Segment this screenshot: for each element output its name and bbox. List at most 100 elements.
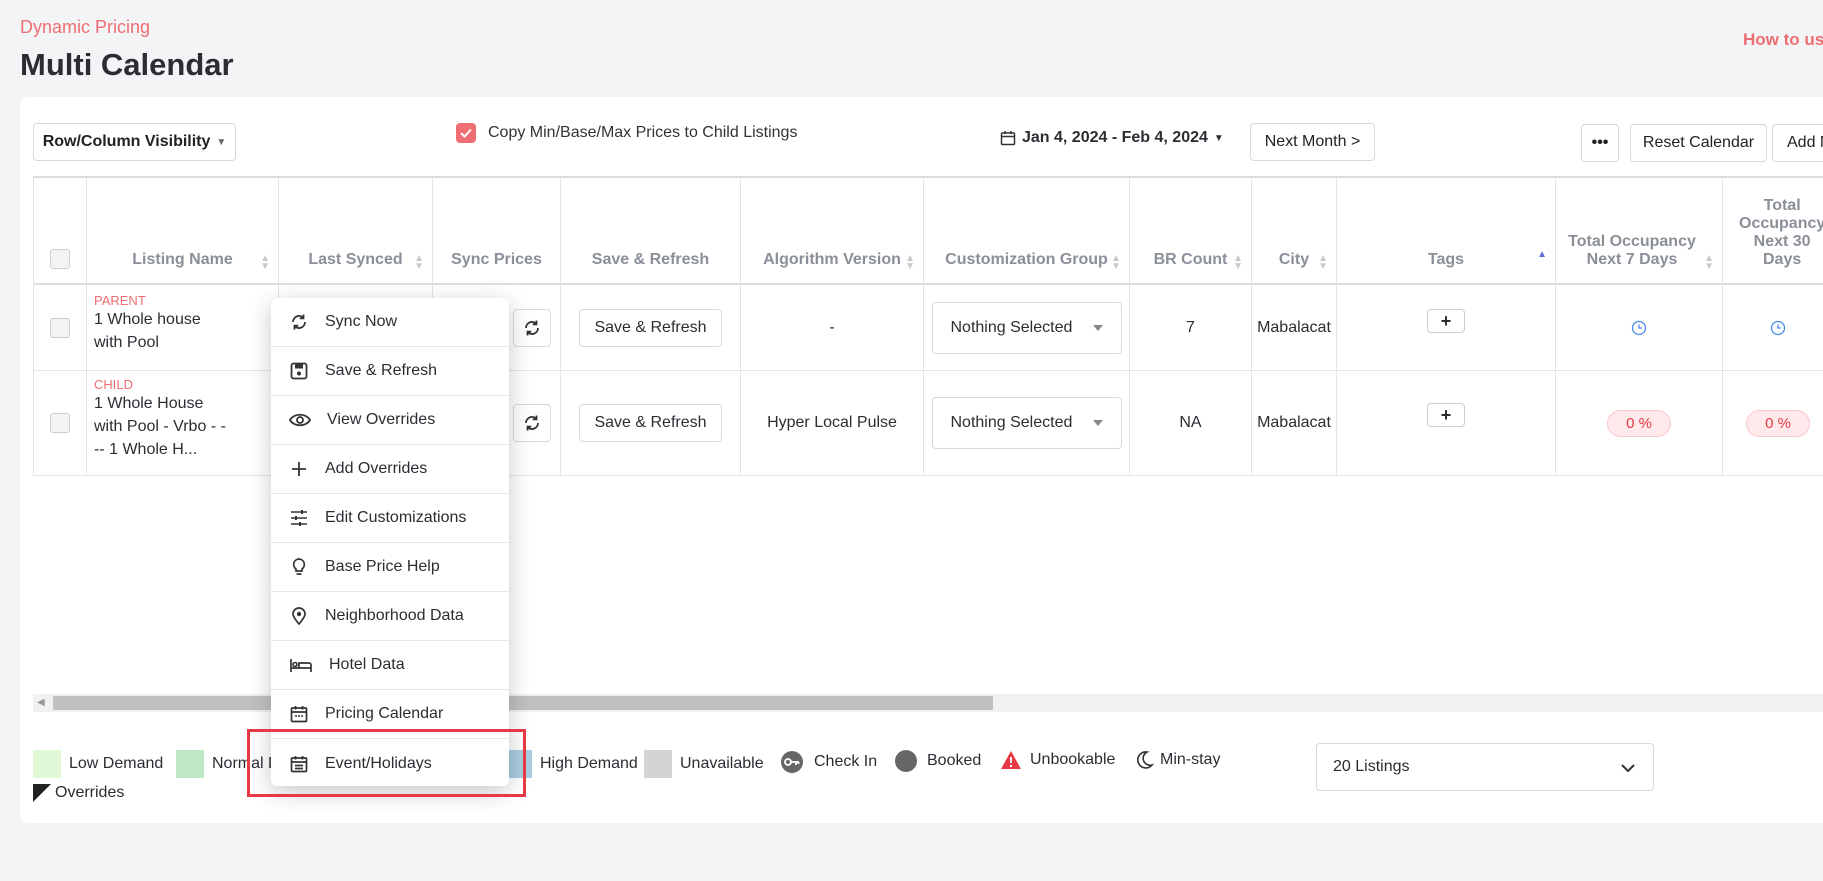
row-column-visibility-button[interactable]: Row/Column Visibility ▼	[33, 123, 236, 161]
legend-label: Low Demand	[69, 755, 164, 772]
menu-item-label: Add Overrides	[325, 460, 428, 477]
listing-name[interactable]: 1 Whole House with Pool - Vrbo - - -- 1 …	[94, 392, 226, 461]
menu-item-base-price-help[interactable]: Base Price Help	[271, 543, 509, 592]
how-to-link[interactable]: How to use	[1743, 30, 1823, 50]
copy-prices-option[interactable]: Copy Min/Base/Max Prices to Child Listin…	[456, 123, 797, 143]
tags-header[interactable]: Tags ▲	[1336, 178, 1555, 285]
br-count-cell: 7	[1129, 285, 1251, 370]
occupancy-30-header[interactable]: Total Occupancy Next 30 Days	[1722, 178, 1823, 285]
customization-group-header[interactable]: Customization Group ▲ ▼	[923, 178, 1129, 285]
customization-select[interactable]: Nothing Selected	[931, 397, 1122, 449]
listing-name-cell: PARENT 1 Whole house with Pool •••	[86, 285, 303, 370]
listings-count-value: 20 Listings	[1333, 758, 1410, 775]
listing-name-header[interactable]: Listing Name ▲ ▼	[86, 178, 278, 285]
sync-prices-button[interactable]	[513, 309, 551, 347]
key-icon	[781, 751, 803, 773]
menu-item-view-overrides[interactable]: View Overrides	[271, 396, 509, 445]
customization-select[interactable]: Nothing Selected	[931, 301, 1122, 354]
menu-item-label: View Overrides	[327, 411, 436, 428]
sync-icon	[292, 314, 306, 330]
algorithm-version-header[interactable]: Algorithm Version ▲ ▼	[740, 178, 923, 285]
copy-prices-checkbox[interactable]	[456, 123, 476, 143]
save-refresh-cell: Save & Refresh	[560, 371, 740, 475]
legend-min-stay: Min-stay	[1134, 750, 1220, 770]
city-cell: Mabalacat	[1251, 371, 1336, 475]
select-all-checkbox[interactable]	[50, 249, 70, 269]
page-title: Multi Calendar	[20, 47, 234, 82]
menu-item-sync-now[interactable]: Sync Now	[271, 298, 509, 347]
low-demand-swatch	[33, 750, 61, 778]
sync-prices-header-label: Sync Prices	[451, 251, 542, 268]
booked-dot-icon	[895, 750, 917, 772]
sort-asc-icon: ▲	[1537, 249, 1547, 260]
customization-header-label: Customization Group	[945, 251, 1108, 268]
customization-value: Nothing Selected	[950, 414, 1073, 431]
customization-value: Nothing Selected	[950, 318, 1073, 336]
bed-icon	[290, 659, 312, 672]
next-month-button[interactable]: Next Month >	[1250, 123, 1375, 161]
sort-icon: ▲ ▼	[1318, 253, 1328, 272]
occupancy-badge: 0 %	[1607, 409, 1671, 437]
add-tag-button[interactable]: +	[1427, 403, 1465, 427]
save-refresh-button[interactable]: Save & Refresh	[579, 308, 722, 347]
sort-icon: ▲ ▼	[1704, 253, 1714, 272]
row-checkbox[interactable]	[50, 413, 70, 433]
more-options-button[interactable]: •••	[1581, 124, 1619, 162]
eye-icon	[289, 413, 311, 427]
override-corner-icon	[33, 784, 51, 802]
tags-cell: +	[1336, 371, 1555, 475]
listing-type-label: CHILD	[94, 377, 134, 392]
legend-booked: Booked	[895, 750, 981, 772]
row-select-cell	[33, 371, 86, 475]
menu-item-neighborhood-data[interactable]: Neighborhood Data	[271, 592, 509, 641]
row-checkbox[interactable]	[50, 317, 70, 338]
add-tag-button[interactable]: +	[1427, 309, 1465, 333]
algorithm-cell: -	[740, 285, 923, 370]
menu-item-label: Sync Now	[325, 313, 398, 330]
chevron-down-icon	[1092, 420, 1103, 426]
customization-cell: Nothing Selected	[923, 285, 1129, 370]
occupancy-30-cell: 0 %	[1722, 371, 1823, 475]
scroll-left-icon[interactable]: ◀	[37, 697, 45, 708]
bulb-icon	[292, 558, 306, 575]
save-refresh-button[interactable]: Save & Refresh	[579, 404, 722, 442]
menu-item-add-overrides[interactable]: Add Overrides	[271, 445, 509, 494]
select-all-header	[33, 178, 86, 285]
menu-item-save-refresh[interactable]: Save & Refresh	[271, 347, 509, 396]
menu-item-edit-customizations[interactable]: Edit Customizations	[271, 494, 509, 543]
listing-name-cell: CHILD 1 Whole House with Pool - Vrbo - -…	[86, 371, 303, 475]
listing-name[interactable]: 1 Whole house with Pool	[94, 308, 214, 354]
row-select-cell	[33, 285, 86, 370]
algorithm-header-label: Algorithm Version	[763, 251, 901, 268]
listings-count-select[interactable]: 20 Listings	[1316, 743, 1654, 791]
legend-label: Unbookable	[1030, 751, 1116, 768]
chevron-down-icon	[1621, 764, 1635, 772]
event-holidays-highlight	[247, 729, 526, 797]
br-count-header[interactable]: BR Count ▲ ▼	[1129, 178, 1251, 285]
unavailable-swatch	[644, 750, 672, 778]
city-cell: Mabalacat	[1251, 285, 1336, 370]
br-count-header-label: BR Count	[1153, 251, 1228, 268]
listing-type-label: PARENT	[94, 293, 146, 308]
date-range-picker[interactable]: Jan 4, 2024 - Feb 4, 2024 ▼	[1000, 129, 1224, 147]
sync-icon	[525, 320, 539, 336]
sync-prices-button[interactable]	[513, 404, 551, 442]
copy-prices-label: Copy Min/Base/Max Prices to Child Listin…	[488, 124, 798, 141]
clock-icon	[1770, 320, 1786, 335]
menu-item-hotel-data[interactable]: Hotel Data	[271, 641, 509, 690]
occupancy-30-cell	[1722, 285, 1823, 370]
scrollbar-thumb[interactable]	[53, 696, 993, 710]
menu-item-label: Edit Customizations	[325, 509, 467, 526]
reset-calendar-button[interactable]: Reset Calendar	[1630, 124, 1767, 162]
br-count-cell: NA	[1129, 371, 1251, 475]
chevron-down-icon: ▼	[216, 136, 227, 148]
date-range-label: Jan 4, 2024 - Feb 4, 2024	[1022, 129, 1208, 146]
calendar-icon	[290, 706, 308, 723]
add-button[interactable]: Add N	[1772, 124, 1823, 162]
menu-item-label: Neighborhood Data	[325, 607, 464, 624]
occupancy-7-header[interactable]: Total Occupancy Next 7 Days ▲ ▼	[1555, 178, 1722, 285]
save-refresh-header: Save & Refresh	[560, 178, 740, 285]
city-header[interactable]: City ▲ ▼	[1251, 178, 1336, 285]
sync-icon	[525, 415, 539, 431]
last-synced-header[interactable]: Last Synced ▲ ▼	[278, 178, 432, 285]
